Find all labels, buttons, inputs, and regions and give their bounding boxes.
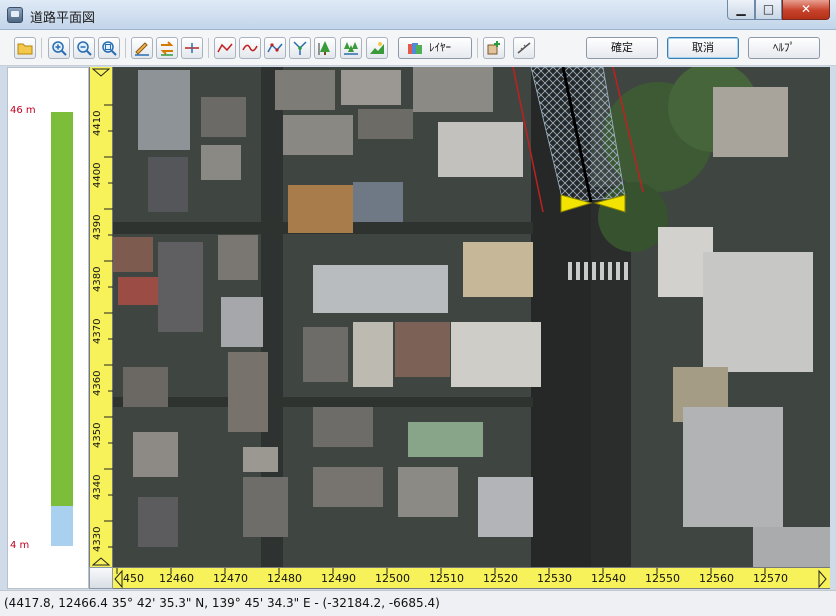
status-bar: (4417.8, 12466.4 35° 42' 35.3" N, 139° 4… [0, 590, 836, 616]
aerial-map-view[interactable] [113, 67, 830, 567]
horizontal-ruler[interactable]: 450 12460 12470 12480 12490 12500 12510 … [113, 567, 830, 589]
polyline-icon [217, 43, 233, 53]
curve-icon [242, 44, 258, 52]
toolbar: ﾚｲﾔｰ 確定 取消 ﾍﾙﾌﾟ [0, 30, 836, 66]
tree-mark-button[interactable] [314, 37, 336, 59]
vertical-tick-label: 4370 [92, 318, 103, 344]
horizontal-tick-label: 12490 [321, 572, 356, 585]
confirm-button[interactable]: 確定 [586, 37, 658, 59]
vertex-edit-button[interactable] [264, 37, 286, 59]
vertical-tick-label: 4410 [92, 110, 103, 136]
toolbar-separator [477, 38, 478, 58]
vertical-tick-label: 4400 [92, 162, 103, 188]
vertical-tick-label: 4360 [92, 370, 103, 396]
vertex-icon [267, 43, 283, 53]
horizontal-tick-label: 12500 [375, 572, 410, 585]
horizontal-tick-label: 12470 [213, 572, 248, 585]
elevation-bar-land [51, 112, 73, 506]
zoom-fit-button[interactable] [98, 37, 120, 59]
swap-direction-button[interactable] [156, 37, 178, 59]
title-bar: 道路平面図 ▁ □ ✕ [0, 0, 836, 30]
elevation-max-label: 46 m [10, 105, 36, 116]
curve-button[interactable] [239, 37, 261, 59]
vertical-tick-label: 4330 [92, 526, 103, 552]
split-line-icon [185, 43, 199, 53]
cancel-button[interactable]: 取消 [667, 37, 739, 59]
horizontal-tick-label: 12510 [429, 572, 464, 585]
toolbar-separator [41, 38, 42, 58]
coordinate-readout: (4417.8, 12466.4 35° 42' 35.3" N, 139° 4… [4, 596, 440, 610]
horizontal-tick-label: 12570 [753, 572, 788, 585]
horizontal-tick-label: 12520 [483, 572, 518, 585]
aerial-photo [113, 67, 830, 567]
elevation-bar-water [51, 506, 73, 546]
forest-icon [344, 42, 358, 55]
split-line-button[interactable] [181, 37, 203, 59]
elevation-profile-panel: 46 m 4 m [7, 67, 89, 589]
toolbar-separator [208, 38, 209, 58]
layers-icon [408, 43, 422, 54]
measure-icon [517, 42, 531, 54]
node-insert-button[interactable] [289, 37, 311, 59]
open-folder-button[interactable] [14, 37, 36, 59]
zoom-in-button[interactable] [48, 37, 70, 59]
zoom-fit-icon [102, 41, 117, 56]
window-title: 道路平面図 [30, 11, 96, 26]
folder-icon [17, 43, 33, 55]
horizontal-tick-label: 12550 [645, 572, 680, 585]
elevation-min-label: 4 m [10, 540, 30, 551]
close-button[interactable]: ✕ [782, 0, 830, 20]
pencil-line-icon [135, 42, 149, 56]
zoom-out-icon [77, 41, 92, 56]
horizontal-tick-label: 12530 [537, 572, 572, 585]
zoom-in-icon [52, 41, 67, 56]
help-button[interactable]: ﾍﾙﾌﾟ [748, 37, 820, 59]
zoom-out-button[interactable] [73, 37, 95, 59]
add-point-button[interactable] [483, 37, 505, 59]
vertical-tick-label: 4340 [92, 474, 103, 500]
node-insert-icon [293, 41, 307, 55]
horizontal-tick-label: 12560 [699, 572, 734, 585]
layer-button[interactable]: ﾚｲﾔｰ [398, 37, 472, 59]
app-icon [7, 7, 23, 23]
horizontal-tick-label: 450 [123, 572, 144, 585]
vertical-tick-label: 4390 [92, 214, 103, 240]
tree-icon [318, 41, 330, 55]
forest-mark-button[interactable] [340, 37, 362, 59]
measure-button[interactable] [513, 37, 535, 59]
horizontal-tick-label: 12480 [267, 572, 302, 585]
vertical-ruler[interactable]: 4410 4400 4390 4380 4370 4360 4350 4340 … [89, 67, 114, 567]
swap-arrows-icon [160, 41, 174, 56]
toolbar-separator [125, 38, 126, 58]
terrain-icon [370, 42, 384, 54]
add-point-icon [487, 41, 500, 55]
vertical-tick-label: 4350 [92, 422, 103, 448]
maximize-button[interactable]: □ [755, 0, 782, 20]
horizontal-tick-label: 12540 [591, 572, 626, 585]
horizontal-tick-label: 12460 [159, 572, 194, 585]
minimize-button[interactable]: ▁ [727, 0, 755, 20]
terrain-button[interactable] [366, 37, 388, 59]
vertical-tick-label: 4380 [92, 266, 103, 292]
layer-button-label: ﾚｲﾔｰ [429, 41, 451, 54]
ruler-corner-button[interactable] [89, 567, 113, 589]
draw-line-button[interactable] [131, 37, 153, 59]
polyline-button[interactable] [214, 37, 236, 59]
